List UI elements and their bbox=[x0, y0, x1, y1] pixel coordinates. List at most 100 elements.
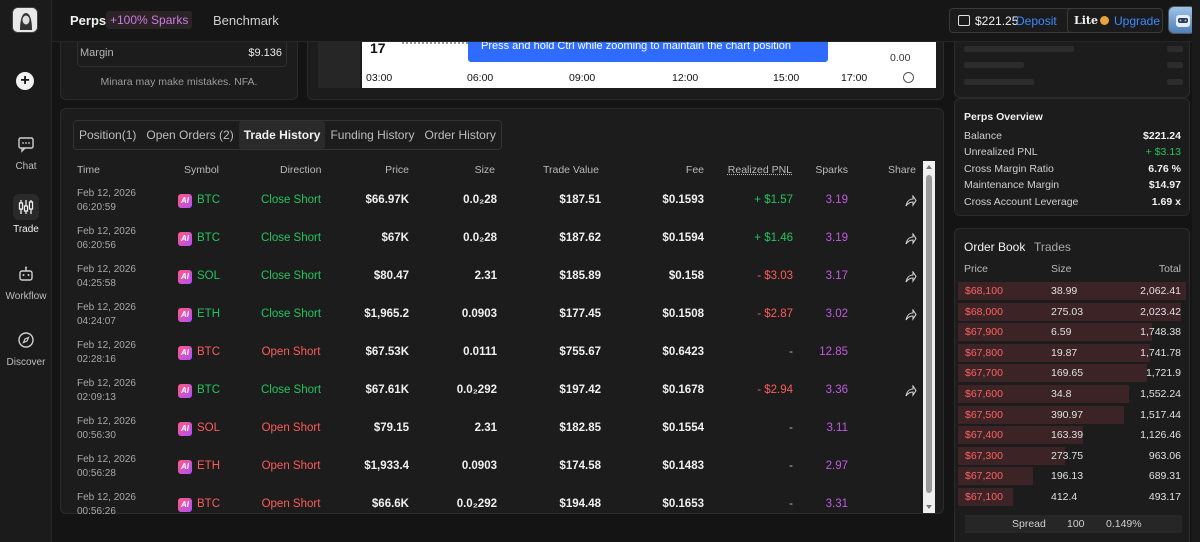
order-book-row[interactable]: $67,800 19.87 1,741.78 bbox=[958, 343, 1186, 363]
plan-box: Lite Upgrade bbox=[1067, 8, 1163, 33]
page-scrollbar[interactable] bbox=[1192, 0, 1200, 542]
order-book-row[interactable]: $67,300 273.75 963.06 bbox=[958, 446, 1186, 466]
trade-symbol[interactable]: SOL bbox=[197, 422, 220, 434]
table-row[interactable]: Feb 12, 2026 00:56:30 AI SOL Open Short $79.1… bbox=[61, 410, 921, 448]
table-header: Time Symbol Direction Price Size Trade V… bbox=[61, 164, 931, 182]
trade-realized-pnl: + $1.46 bbox=[731, 232, 793, 244]
upgrade-link[interactable]: Upgrade bbox=[1114, 14, 1160, 28]
logo-portrait-icon bbox=[13, 8, 38, 33]
ob-size: 163.39 bbox=[1051, 429, 1083, 441]
chart-settings-icon[interactable] bbox=[903, 72, 914, 83]
ob-col-total: Total bbox=[1159, 263, 1181, 275]
tab-trades[interactable]: Trades bbox=[1034, 240, 1071, 254]
trade-symbol[interactable]: BTC bbox=[197, 346, 220, 358]
price-chart[interactable]: 17 Press and hold Ctrl while zooming to … bbox=[362, 42, 936, 88]
trade-symbol[interactable]: ETH bbox=[197, 308, 220, 320]
scroll-up-arrow-icon[interactable] bbox=[926, 165, 932, 169]
nav-trade[interactable]: Trade bbox=[0, 194, 52, 235]
trade-direction: Open Short bbox=[241, 346, 341, 358]
order-book-card: Order Book Trades Price Size Total $68,1… bbox=[954, 228, 1190, 542]
scroll-thumb[interactable] bbox=[926, 175, 932, 493]
order-book-row[interactable]: $67,500 390.97 1,517.44 bbox=[958, 405, 1186, 425]
table-row[interactable]: Feb 12, 2026 00:56:28 AI ETH Open Short $1,93… bbox=[61, 448, 921, 486]
order-book-row[interactable]: $67,100 412.4 493.17 bbox=[958, 487, 1186, 507]
share-icon[interactable] bbox=[905, 385, 917, 397]
trade-direction: Close Short bbox=[241, 308, 341, 320]
trade-size: 0.0111 bbox=[441, 346, 497, 358]
app-logo[interactable] bbox=[12, 7, 38, 33]
benchmark-tab[interactable]: Benchmark bbox=[213, 13, 279, 28]
order-book-row[interactable]: $68,000 275.03 2,023.42 bbox=[958, 302, 1186, 322]
overview-label: Balance bbox=[964, 130, 1002, 142]
trade-date: Feb 12, 2026 bbox=[77, 263, 136, 277]
nav-chat-label: Chat bbox=[15, 161, 36, 172]
ai-badge-icon: AI bbox=[178, 422, 192, 436]
table-row[interactable]: Feb 12, 2026 02:09:13 AI BTC Close Short $67.… bbox=[61, 372, 921, 410]
trade-date: Feb 12, 2026 bbox=[77, 453, 136, 467]
overview-value: + $3.13 bbox=[1146, 146, 1181, 158]
nav-discover[interactable]: Discover bbox=[0, 327, 52, 368]
order-book-row[interactable]: $67,600 34.8 1,552.24 bbox=[958, 384, 1186, 404]
trade-datetime: Feb 12, 2026 02:09:13 bbox=[77, 377, 136, 405]
trade-fee: $0.158 bbox=[641, 270, 704, 282]
trade-direction: Close Short bbox=[241, 270, 341, 282]
ob-total: 2,062.41 bbox=[1140, 285, 1181, 297]
trade-candles-icon bbox=[13, 194, 39, 220]
tab-order-book[interactable]: Order Book bbox=[964, 240, 1025, 254]
order-book-row[interactable]: $67,200 196.13 689.31 bbox=[958, 466, 1186, 486]
plan-label: Lite bbox=[1074, 14, 1098, 27]
trades-tabs: Position(1) Open Orders (2) Trade Histor… bbox=[73, 120, 502, 150]
nav-discover-label: Discover bbox=[7, 357, 46, 368]
share-icon[interactable] bbox=[905, 309, 917, 321]
trade-time: 02:28:16 bbox=[77, 353, 136, 367]
order-book-row[interactable]: $68,100 38.99 2,062.41 bbox=[958, 281, 1186, 301]
wallet-icon bbox=[958, 15, 970, 26]
order-book-row[interactable]: $67,700 169.65 1,721.9 bbox=[958, 363, 1186, 383]
new-chat-plus-icon[interactable]: + bbox=[16, 72, 34, 90]
ob-price: $68,000 bbox=[965, 306, 1003, 318]
ob-total: 1,741.78 bbox=[1140, 347, 1181, 359]
table-row[interactable]: Feb 12, 2026 02:28:16 AI BTC Open Short $67.5… bbox=[61, 334, 921, 372]
perps-tab[interactable]: Perps bbox=[70, 13, 106, 28]
wallet-balance: $221.25 bbox=[975, 14, 1018, 28]
order-book-row[interactable]: $67,900 6.59 1,748.38 bbox=[958, 322, 1186, 342]
nav-workflow[interactable]: Workflow bbox=[0, 261, 52, 302]
table-row[interactable]: Feb 12, 2026 06:20:56 AI BTC Close Short $67K… bbox=[61, 220, 921, 258]
spread-label: Spread bbox=[1012, 518, 1046, 530]
deposit-link[interactable]: Deposit bbox=[1016, 14, 1057, 28]
trade-symbol[interactable]: BTC bbox=[197, 384, 220, 396]
ob-price: $67,800 bbox=[965, 347, 1003, 359]
tab-order-history[interactable]: Order History bbox=[419, 121, 500, 149]
trade-symbol[interactable]: BTC bbox=[197, 498, 220, 510]
table-row[interactable]: Feb 12, 2026 00:56:26 AI BTC Open Short $66.6… bbox=[61, 486, 921, 524]
table-row[interactable]: Feb 12, 2026 04:24:07 AI ETH Close Short $1,9… bbox=[61, 296, 921, 334]
ob-total: 1,721.9 bbox=[1146, 367, 1181, 379]
trade-direction: Open Short bbox=[241, 498, 341, 510]
table-scrollbar[interactable] bbox=[923, 161, 935, 513]
obscured-text bbox=[964, 46, 1074, 52]
tab-trade-history[interactable]: Trade History bbox=[239, 121, 326, 149]
ob-total: 689.31 bbox=[1149, 470, 1181, 482]
trade-value: $174.58 bbox=[541, 460, 601, 472]
tab-open-orders[interactable]: Open Orders (2) bbox=[141, 121, 238, 149]
share-icon[interactable] bbox=[905, 195, 917, 207]
table-row[interactable]: Feb 12, 2026 06:20:59 AI BTC Close Short $66.… bbox=[61, 182, 921, 220]
share-icon[interactable] bbox=[905, 271, 917, 283]
tab-funding-history[interactable]: Funding History bbox=[325, 121, 419, 149]
trade-datetime: Feb 12, 2026 00:56:30 bbox=[77, 415, 136, 443]
trade-price: $67K bbox=[351, 232, 409, 244]
nav-chat[interactable]: Chat bbox=[0, 131, 52, 172]
trade-symbol[interactable]: BTC bbox=[197, 232, 220, 244]
trade-symbol[interactable]: BTC bbox=[197, 194, 220, 206]
tab-position[interactable]: Position(1) bbox=[74, 121, 141, 149]
share-icon[interactable] bbox=[905, 233, 917, 245]
disclaimer-text: Minara may make mistakes. NFA. bbox=[61, 76, 297, 88]
table-row[interactable]: Feb 12, 2026 04:25:58 AI SOL Close Short $80.… bbox=[61, 258, 921, 296]
trade-symbol[interactable]: SOL bbox=[197, 270, 220, 282]
trade-datetime: Feb 12, 2026 06:20:59 bbox=[77, 187, 136, 215]
scroll-down-arrow-icon[interactable] bbox=[926, 505, 932, 509]
time-tick: 15:00 bbox=[773, 72, 799, 84]
trade-symbol[interactable]: ETH bbox=[197, 460, 220, 472]
compass-icon bbox=[13, 327, 39, 353]
order-book-row[interactable]: $67,400 163.39 1,126.46 bbox=[958, 425, 1186, 445]
